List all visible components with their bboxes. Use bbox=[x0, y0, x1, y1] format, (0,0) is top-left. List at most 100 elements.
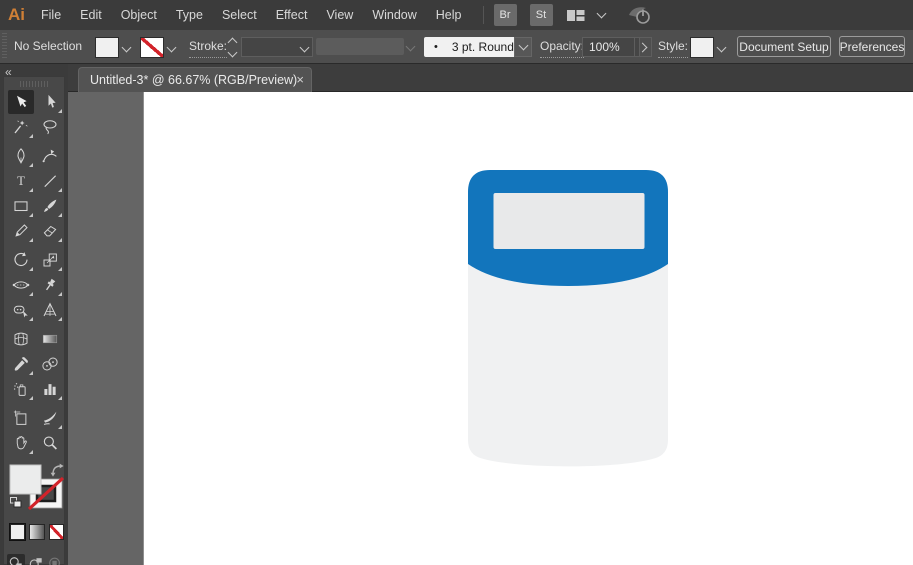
flyout-indicator-icon bbox=[29, 450, 33, 454]
menu-file[interactable]: File bbox=[41, 8, 61, 22]
stepper-up-icon[interactable] bbox=[227, 37, 238, 47]
scale-tool[interactable] bbox=[37, 248, 63, 272]
none-button[interactable] bbox=[48, 524, 64, 540]
artwork-container-icon[interactable] bbox=[468, 170, 668, 472]
menu-view[interactable]: View bbox=[326, 8, 353, 22]
symbol-sprayer-tool[interactable] bbox=[8, 377, 34, 401]
shape-builder-tool[interactable] bbox=[8, 298, 34, 322]
column-graph-tool[interactable] bbox=[37, 377, 63, 401]
fill-chevron-icon[interactable] bbox=[119, 37, 133, 58]
menu-help[interactable]: Help bbox=[436, 8, 462, 22]
bridge-button[interactable]: Br bbox=[493, 4, 517, 26]
workspace-switcher-icon[interactable] bbox=[566, 8, 586, 23]
eraser-tool[interactable] bbox=[37, 219, 63, 243]
stock-button[interactable]: St bbox=[529, 4, 553, 26]
blend-icon bbox=[42, 357, 58, 371]
close-tab-icon[interactable]: × bbox=[296, 72, 304, 87]
menu-effect[interactable]: Effect bbox=[276, 8, 308, 22]
artwork-screen[interactable] bbox=[493, 193, 645, 249]
zoom-icon bbox=[43, 436, 57, 450]
hand-tool[interactable] bbox=[8, 431, 34, 455]
stepper-down-icon[interactable] bbox=[227, 47, 238, 57]
swap-fill-stroke-icon[interactable] bbox=[50, 463, 64, 477]
color-button[interactable] bbox=[8, 523, 27, 541]
document-tab-bar: Untitled-3* @ 66.67% (RGB/Preview) × bbox=[68, 64, 913, 92]
document-tab[interactable]: Untitled-3* @ 66.67% (RGB/Preview) × bbox=[78, 67, 312, 92]
style-chevron-icon[interactable] bbox=[714, 37, 728, 58]
fill-color-swatch[interactable] bbox=[95, 37, 119, 58]
gradient-button[interactable] bbox=[29, 524, 45, 540]
menu-object[interactable]: Object bbox=[121, 8, 157, 22]
menu-items: File Edit Object Type Select Effect View Window… bbox=[41, 8, 481, 22]
slice-icon bbox=[43, 411, 57, 425]
opacity-flyout-button[interactable] bbox=[634, 37, 652, 57]
stroke-weight-dropdown[interactable] bbox=[241, 37, 313, 57]
style-combo[interactable] bbox=[690, 37, 728, 58]
document-setup-button[interactable]: Document Setup bbox=[737, 36, 831, 57]
slice-tool[interactable] bbox=[37, 406, 63, 430]
width-icon bbox=[12, 281, 30, 289]
line-segment-tool[interactable] bbox=[37, 169, 63, 193]
pen-tool[interactable] bbox=[8, 144, 34, 168]
tool-row bbox=[8, 352, 64, 376]
preferences-button[interactable]: Preferences bbox=[839, 36, 905, 57]
eyedropper-tool[interactable] bbox=[8, 352, 34, 376]
column-graph-icon bbox=[44, 384, 56, 395]
fill-color-combo[interactable] bbox=[95, 37, 133, 58]
stroke-chevron-icon[interactable] bbox=[164, 37, 178, 58]
eraser-icon bbox=[43, 225, 57, 237]
selection-tool[interactable] bbox=[8, 90, 34, 114]
stroke-color-combo[interactable] bbox=[140, 37, 178, 58]
draw-inside-icon bbox=[49, 557, 61, 565]
stroke-panel-link[interactable]: Stroke: bbox=[189, 36, 228, 58]
mesh-tool[interactable] bbox=[8, 327, 34, 351]
blend-tool[interactable] bbox=[37, 352, 63, 376]
draw-normal-button[interactable] bbox=[7, 554, 25, 565]
draw-inside-button[interactable] bbox=[46, 554, 64, 565]
illustrator-window: Ai File Edit Object Type Select Effect View Win… bbox=[0, 0, 913, 565]
artboard-tool[interactable] bbox=[8, 406, 34, 430]
rectangle-tool[interactable] bbox=[8, 194, 34, 218]
menu-select[interactable]: Select bbox=[222, 8, 257, 22]
brush-chevron-button[interactable] bbox=[514, 37, 532, 57]
artwork-body[interactable] bbox=[468, 264, 668, 467]
direct-selection-tool[interactable] bbox=[37, 90, 63, 114]
menu-type[interactable]: Type bbox=[176, 8, 203, 22]
shaper-tool[interactable] bbox=[8, 219, 34, 243]
zoom-tool[interactable] bbox=[37, 431, 63, 455]
flyout-indicator-icon bbox=[58, 317, 62, 321]
rotate-tool[interactable] bbox=[8, 248, 34, 272]
width-tool[interactable] bbox=[8, 273, 34, 297]
tool-row bbox=[8, 90, 64, 114]
lasso-tool[interactable] bbox=[37, 115, 63, 139]
brush-definition-combo[interactable]: • 3 pt. Round bbox=[424, 37, 514, 57]
opacity-input[interactable]: 100% bbox=[582, 37, 640, 57]
opacity-panel-link[interactable]: Opacity: bbox=[540, 36, 585, 58]
stroke-weight-stepper[interactable] bbox=[226, 37, 239, 57]
gradient-tool[interactable] bbox=[37, 327, 63, 351]
default-fill-stroke-icon[interactable] bbox=[10, 497, 22, 508]
paintbrush-tool[interactable] bbox=[37, 194, 63, 218]
workspace-grid-icon bbox=[566, 9, 584, 21]
eyedropper-icon bbox=[14, 357, 28, 371]
chevron-down-icon[interactable] bbox=[596, 8, 606, 19]
fill-swatch[interactable] bbox=[9, 464, 42, 495]
style-swatch[interactable] bbox=[690, 37, 714, 58]
type-tool[interactable]: T bbox=[8, 169, 34, 193]
puppet-warp-tool[interactable] bbox=[37, 273, 63, 297]
menu-edit[interactable]: Edit bbox=[80, 8, 102, 22]
magic-wand-tool[interactable] bbox=[8, 115, 34, 139]
toolbar-drag-handle[interactable] bbox=[20, 81, 48, 87]
gradient-icon bbox=[42, 334, 58, 344]
perspective-grid-tool[interactable] bbox=[37, 298, 63, 322]
curvature-tool[interactable] bbox=[37, 144, 63, 168]
panel-grip[interactable] bbox=[2, 33, 7, 60]
menu-window[interactable]: Window bbox=[372, 8, 416, 22]
selection-status: No Selection bbox=[14, 39, 83, 53]
power-glyph-icon bbox=[628, 7, 650, 24]
pasteboard[interactable] bbox=[68, 92, 143, 565]
draw-behind-button[interactable] bbox=[27, 554, 45, 565]
style-panel-link[interactable]: Style: bbox=[658, 36, 689, 58]
stroke-none-swatch[interactable] bbox=[140, 37, 164, 58]
pen-icon bbox=[17, 148, 25, 164]
